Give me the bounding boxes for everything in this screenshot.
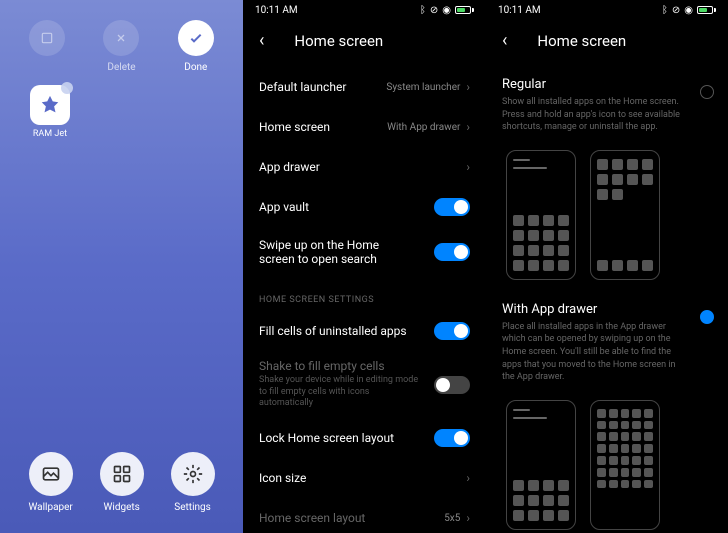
row-shake: Shake to fill empty cells Shake your dev…: [243, 351, 486, 418]
status-icons: ᛒ ⊘ ◉: [420, 5, 474, 16]
wifi-icon: ◉: [684, 5, 693, 16]
wallpaper-label: Wallpaper: [28, 502, 72, 513]
toggle-fill-cells[interactable]: [434, 322, 470, 340]
delete-label: Delete: [107, 62, 135, 73]
file-icon: [29, 20, 65, 56]
row-lock-layout[interactable]: Lock Home screen layout: [243, 418, 486, 458]
row-icon-size[interactable]: Icon size ›: [243, 458, 486, 498]
gear-icon: [171, 452, 215, 496]
toggle-app-vault[interactable]: [434, 198, 470, 216]
row-layout[interactable]: Home screen layout 5x5›: [243, 498, 486, 533]
row-label: Home screen: [259, 120, 330, 134]
row-label: App vault: [259, 200, 309, 214]
phone-preview: [506, 400, 576, 530]
bluetooth-icon: ᛒ: [662, 5, 668, 16]
option-title: Regular: [502, 77, 712, 92]
radio-with-drawer[interactable]: [700, 310, 714, 324]
row-label: Home screen layout: [259, 511, 365, 525]
close-icon: [103, 20, 139, 56]
row-home-screen[interactable]: Home screen With App drawer›: [243, 107, 486, 147]
chevron-right-icon: ›: [466, 511, 470, 525]
chevron-right-icon: ›: [466, 120, 470, 134]
status-icons: ᛒ ⊘ ◉: [662, 5, 716, 16]
regular-previews: [486, 138, 728, 292]
wallpaper-button[interactable]: Wallpaper: [28, 452, 72, 513]
back-button[interactable]: ‹: [259, 30, 264, 51]
chevron-right-icon: ›: [466, 471, 470, 485]
bottom-actions: Wallpaper Widgets Settings: [0, 452, 243, 513]
row-label: Fill cells of uninstalled apps: [259, 324, 407, 338]
status-time: 10:11 AM: [498, 5, 541, 16]
row-label: Swipe up on the Home screen to open sear…: [259, 238, 409, 266]
row-label: App drawer: [259, 160, 320, 174]
file-action[interactable]: [29, 20, 65, 73]
row-value: With App drawer›: [387, 120, 470, 134]
phone-preview: [590, 150, 660, 280]
row-value: System launcher›: [386, 80, 470, 94]
row-app-vault[interactable]: App vault: [243, 187, 486, 227]
home-screen-mode-select: 10:11 AM ᛒ ⊘ ◉ ‹ Home screen Regular Sho…: [486, 0, 728, 533]
chevron-right-icon: ›: [466, 160, 470, 174]
option-title: With App drawer: [502, 302, 712, 317]
widgets-label: Widgets: [104, 502, 140, 513]
settings-label: Settings: [174, 502, 211, 513]
row-label: Shake to fill empty cells: [259, 359, 409, 373]
widgets-button[interactable]: Widgets: [100, 452, 144, 513]
battery-icon: [697, 6, 716, 14]
section-header: HOME SCREEN SETTINGS: [243, 277, 486, 311]
home-screen-settings: 10:11 AM ᛒ ⊘ ◉ ‹ Home screen Default lau…: [243, 0, 486, 533]
wallpaper-icon: [29, 452, 73, 496]
row-swipe-up[interactable]: Swipe up on the Home screen to open sear…: [243, 227, 486, 277]
row-default-launcher[interactable]: Default launcher System launcher›: [243, 67, 486, 107]
row-value: 5x5›: [444, 511, 470, 525]
drawer-previews: [486, 388, 728, 533]
dnd-icon: ⊘: [672, 5, 680, 16]
top-actions: Delete Done: [0, 0, 243, 83]
delete-action[interactable]: Delete: [103, 20, 139, 73]
status-bar: 10:11 AM ᛒ ⊘ ◉: [243, 0, 486, 20]
page-title: Home screen: [537, 32, 626, 50]
widgets-icon: [100, 452, 144, 496]
settings-header: ‹ Home screen: [486, 20, 728, 67]
bluetooth-icon: ᛒ: [420, 5, 426, 16]
wifi-icon: ◉: [442, 5, 451, 16]
app-name-label: RAM Jet: [33, 129, 67, 139]
toggle-swipe-up[interactable]: [434, 243, 470, 261]
row-label: Default launcher: [259, 80, 346, 94]
back-button[interactable]: ‹: [502, 30, 507, 51]
radio-regular[interactable]: [700, 85, 714, 99]
status-time: 10:11 AM: [255, 5, 298, 16]
rocket-icon: [30, 85, 70, 125]
option-desc: Place all installed apps in the App draw…: [502, 321, 712, 384]
app-icon-ramjet[interactable]: RAM Jet: [30, 85, 70, 139]
status-bar: 10:11 AM ᛒ ⊘ ◉: [486, 0, 728, 20]
done-action[interactable]: Done: [178, 20, 214, 73]
toggle-shake: [434, 376, 470, 394]
row-fill-cells[interactable]: Fill cells of uninstalled apps: [243, 311, 486, 351]
phone-preview: [506, 150, 576, 280]
option-desc: Show all installed apps on the Home scre…: [502, 96, 712, 134]
page-title: Home screen: [294, 32, 383, 50]
dnd-icon: ⊘: [430, 5, 438, 16]
row-label: Icon size: [259, 471, 306, 485]
settings-button[interactable]: Settings: [171, 452, 215, 513]
row-sublabel: Shake your device while in editing mode …: [259, 375, 419, 410]
chevron-right-icon: ›: [466, 80, 470, 94]
settings-header: ‹ Home screen: [243, 20, 486, 67]
option-with-drawer[interactable]: With App drawer Place all installed apps…: [486, 292, 728, 388]
row-app-drawer[interactable]: App drawer ›: [243, 147, 486, 187]
row-label: Lock Home screen layout: [259, 431, 394, 445]
launcher-edit-screen: Delete Done RAM Jet Wallpaper Widgets: [0, 0, 243, 533]
toggle-lock-layout[interactable]: [434, 429, 470, 447]
check-icon: [178, 20, 214, 56]
option-regular[interactable]: Regular Show all installed apps on the H…: [486, 67, 728, 138]
done-label: Done: [184, 62, 207, 73]
battery-icon: [455, 6, 474, 14]
phone-preview: [590, 400, 660, 530]
